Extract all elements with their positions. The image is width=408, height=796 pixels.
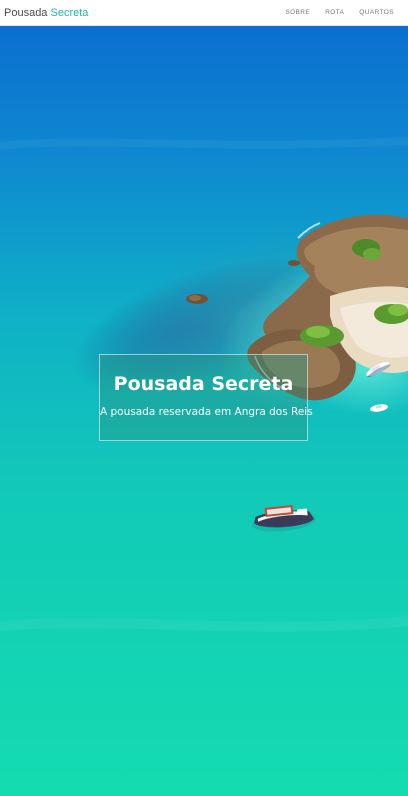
page: Pousada Secreta SOBRE ROTA QUARTOS Pousa…	[0, 0, 408, 796]
hero-title: Pousada Secreta	[113, 373, 294, 395]
hero-caption-box: Pousada Secreta A pousada reservada em A…	[99, 354, 313, 441]
brand-name-second: Secreta	[50, 7, 89, 19]
nav-link-quartos[interactable]: QUARTOS	[359, 9, 394, 17]
hero-subtitle: A pousada reservada em Angra dos Reis	[100, 406, 313, 418]
nav-link-sobre[interactable]: SOBRE	[285, 9, 310, 17]
nav-link-rota[interactable]: ROTA	[325, 9, 344, 17]
brand-logo-link[interactable]: Pousada Secreta	[4, 6, 88, 20]
nav-links: SOBRE ROTA QUARTOS	[270, 9, 394, 17]
brand-name-first: Pousada	[4, 7, 48, 19]
top-navbar: Pousada Secreta SOBRE ROTA QUARTOS	[0, 0, 408, 26]
